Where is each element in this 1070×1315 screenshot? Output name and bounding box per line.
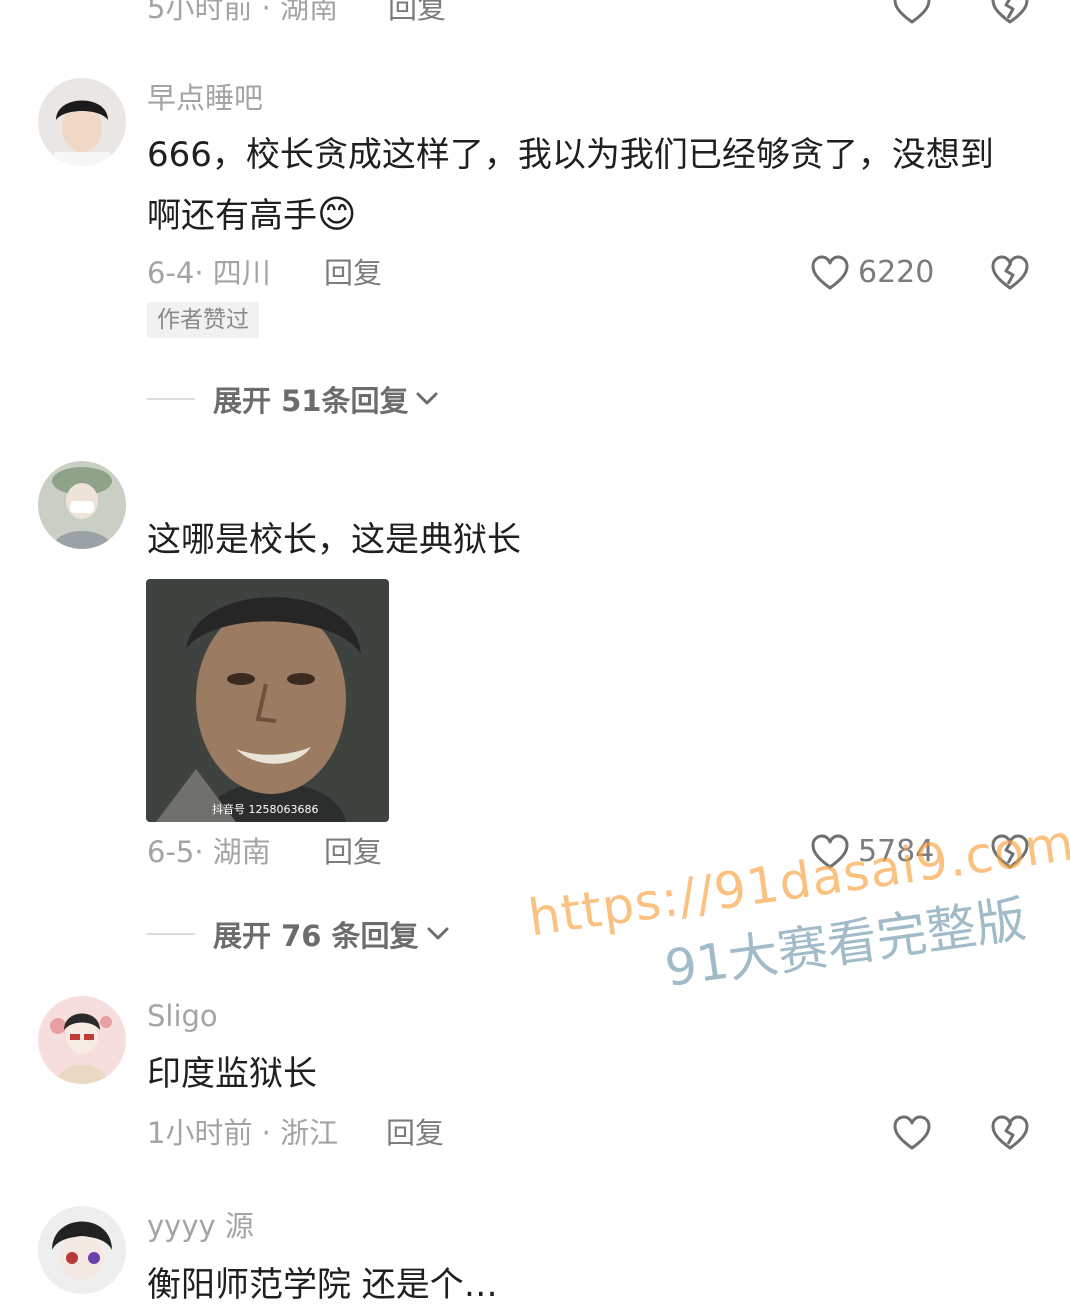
like-button[interactable]: 5784 [810,830,934,874]
broken-heart-icon [991,255,1029,290]
broken-heart-icon [991,1115,1029,1150]
comment-text: 衡阳师范学院 还是个… [147,1265,498,1305]
dislike-button[interactable] [990,833,1030,875]
comment-time-location: 6-4· 四川 [147,256,271,290]
avatar[interactable] [38,78,126,166]
smile-emoji: 😊 [317,192,357,236]
comment-username[interactable]: 早点睡吧 [147,78,263,118]
heart-outline-icon [811,255,849,290]
dislike-button[interactable] [990,1114,1030,1156]
watermark-subtitle: 91大赛看完整版 [661,889,1030,998]
top-like-button[interactable] [892,0,932,30]
comment-meta-row: 6-4· 四川 回复 6220 [0,251,1070,295]
like-button[interactable]: 6220 [810,251,934,295]
chevron-down-icon [416,392,438,405]
expand-replies-label: 展开 51条回复 [213,384,409,418]
top-dislike-button[interactable] [990,0,1030,30]
top-comment-time-location: 5小时前 · 湖南 [147,0,339,25]
divider [147,933,195,935]
meme-face-image [146,579,389,822]
author-liked-badge: 作者赞过 [147,302,259,338]
comment-time-location: 1小时前 · 浙江 [147,1116,339,1150]
like-count: 5784 [858,834,935,869]
dislike-button[interactable] [990,254,1030,296]
heart-outline-icon [893,1115,931,1150]
image-caption: 抖音号 1258063686 [212,803,319,816]
comment-text: 666，校长贪成这样了，我以为我们已经够贪了，没想到啊还有高手😊 [147,126,1027,246]
comment-reply-button[interactable]: 回复 [324,830,382,874]
avatar[interactable] [38,1206,126,1294]
heart-outline-icon [893,0,931,24]
heart-outline-icon [811,834,849,869]
like-count: 6220 [858,255,935,290]
broken-heart-icon [991,0,1029,24]
expand-replies-label: 展开 76 条回复 [213,919,419,953]
broken-heart-icon [991,834,1029,869]
chevron-down-icon [427,927,449,940]
user-avatar-icon [38,78,126,166]
avatar[interactable] [38,996,126,1084]
user-avatar-icon [38,461,126,549]
top-comment-meta-row: 5小时前 · 湖南 回复 [0,0,1070,30]
comment-body: 666，校长贪成这样了，我以为我们已经够贪了，没想到啊还有高手 [147,135,994,236]
divider [147,398,195,400]
like-button[interactable] [892,1114,932,1156]
comment-username[interactable]: Sligo [147,996,218,1036]
comment-text: 这哪是校长，这是典狱长 [147,520,521,560]
comment-time-location: 6-5· 湖南 [147,835,271,869]
top-comment-reply-button[interactable]: 回复 [388,0,446,30]
comment-image[interactable]: 抖音号 1258063686 [146,579,389,822]
comment-reply-button[interactable]: 回复 [386,1111,444,1155]
avatar[interactable] [38,461,126,549]
comment-text: 印度监狱长 [147,1054,317,1094]
expand-replies-button[interactable]: 展开 76 条回复 [147,912,453,956]
comment-reply-button[interactable]: 回复 [324,251,382,295]
expand-replies-button[interactable]: 展开 51条回复 [147,377,442,421]
user-avatar-icon [38,996,126,1084]
comment-meta-row: 6-5· 湖南 回复 5784 [0,830,1070,874]
comment-username[interactable]: yyyy 源 [147,1206,254,1246]
comment-meta-row: 1小时前 · 浙江 回复 [0,1111,1070,1155]
user-avatar-icon [38,1206,126,1294]
